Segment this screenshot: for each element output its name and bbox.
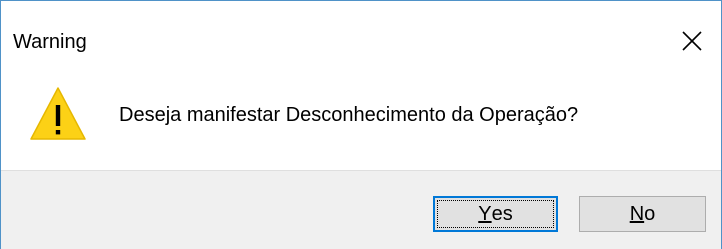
close-icon [682,31,702,51]
title-bar: Warning [1,1,721,81]
warning-dialog: Warning Deseja manifestar Desconheciment… [0,0,722,249]
close-button[interactable] [663,17,721,65]
dialog-message: Deseja manifestar Desconhecimento da Ope… [119,104,579,126]
no-button-mnemonic: N [629,203,645,225]
window-title: Warning [13,31,87,53]
yes-button[interactable]: Yes [433,196,558,232]
button-bar: Yes No [1,170,721,249]
no-button[interactable]: No [579,196,706,232]
dialog-content: Deseja manifestar Desconhecimento da Ope… [1,81,721,171]
yes-button-mnemonic: Y [478,203,492,225]
yes-button-label: es [491,203,513,225]
warning-icon [30,87,86,140]
no-button-label: o [644,203,656,225]
